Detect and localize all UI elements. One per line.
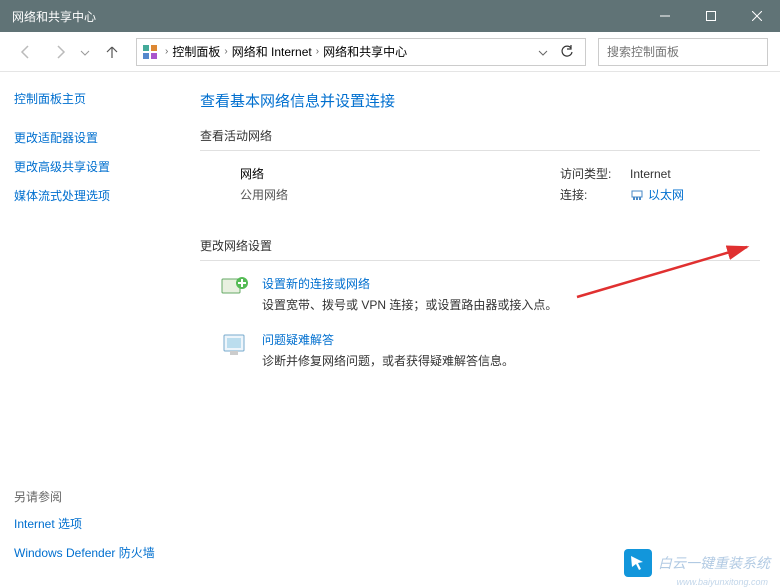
network-name: 网络: [240, 165, 560, 182]
window-titlebar: 网络和共享中心: [0, 0, 780, 32]
network-details: 访问类型: Internet 连接: 以太网: [560, 165, 760, 207]
active-networks-label: 查看活动网络: [200, 127, 760, 151]
see-also-label: 另请参阅: [14, 488, 168, 505]
window-title: 网络和共享中心: [12, 8, 642, 25]
setup-new-connection: 设置新的连接或网络 设置宽带、拨号或 VPN 连接；或设置路由器或接入点。: [200, 275, 760, 313]
back-arrow-icon: [17, 43, 35, 61]
watermark-url: www.baiyunxitong.com: [676, 577, 768, 587]
chevron-right-icon: ›: [224, 46, 227, 57]
troubleshoot-desc: 诊断并修复网络问题，或者获得疑难解答信息。: [262, 352, 760, 369]
troubleshoot-icon: [220, 331, 250, 359]
history-dropdown[interactable]: [80, 45, 94, 59]
sidebar: 控制面板主页 更改适配器设置 更改高级共享设置 媒体流式处理选项 另请参阅 In…: [0, 72, 180, 585]
maximize-button[interactable]: [688, 0, 734, 32]
connection-link[interactable]: 以太网: [630, 186, 684, 203]
breadcrumb-item[interactable]: 网络和 Internet: [232, 43, 312, 60]
address-bar[interactable]: › 控制面板 › 网络和 Internet › 网络和共享中心: [136, 38, 586, 66]
sidebar-link-adapter[interactable]: 更改适配器设置: [14, 129, 168, 146]
maximize-icon: [706, 11, 716, 21]
back-button[interactable]: [12, 38, 40, 66]
refresh-button[interactable]: [553, 38, 581, 66]
watermark: 白云一键重装系统: [624, 549, 770, 577]
watermark-logo-icon: [624, 549, 652, 577]
control-panel-icon: [141, 43, 159, 61]
body-area: 控制面板主页 更改适配器设置 更改高级共享设置 媒体流式处理选项 另请参阅 In…: [0, 72, 780, 585]
setup-connection-desc: 设置宽带、拨号或 VPN 连接；或设置路由器或接入点。: [262, 296, 760, 313]
troubleshoot-link[interactable]: 问题疑难解答: [262, 331, 760, 348]
search-input[interactable]: [607, 45, 762, 59]
up-button[interactable]: [100, 40, 124, 64]
setup-connection-link[interactable]: 设置新的连接或网络: [262, 275, 760, 292]
address-dropdown[interactable]: [533, 45, 553, 59]
network-info: 网络 公用网络 访问类型: Internet 连接: 以太网: [200, 165, 760, 207]
sidebar-link-firewall[interactable]: Windows Defender 防火墙: [14, 544, 168, 561]
troubleshoot-item: 问题疑难解答 诊断并修复网络问题，或者获得疑难解答信息。: [200, 331, 760, 369]
chevron-right-icon: ›: [165, 46, 168, 57]
access-type-value: Internet: [630, 167, 671, 181]
ethernet-icon: [630, 188, 644, 202]
navigation-bar: › 控制面板 › 网络和 Internet › 网络和共享中心: [0, 32, 780, 72]
forward-button[interactable]: [46, 38, 74, 66]
sidebar-link-media[interactable]: 媒体流式处理选项: [14, 187, 168, 204]
forward-arrow-icon: [51, 43, 69, 61]
chevron-right-icon: ›: [316, 46, 319, 57]
sidebar-link-internet-options[interactable]: Internet 选项: [14, 515, 168, 532]
page-title: 查看基本网络信息并设置连接: [200, 90, 760, 111]
sidebar-link-sharing[interactable]: 更改高级共享设置: [14, 158, 168, 175]
watermark-text: 白云一键重装系统: [658, 553, 770, 573]
network-identity: 网络 公用网络: [240, 165, 560, 207]
connection-label: 连接:: [560, 186, 630, 203]
sidebar-see-also: 另请参阅 Internet 选项 Windows Defender 防火墙: [14, 488, 168, 573]
sidebar-home-link[interactable]: 控制面板主页: [14, 90, 168, 107]
breadcrumb-item[interactable]: 网络和共享中心: [323, 43, 407, 60]
search-box[interactable]: [598, 38, 768, 66]
chevron-down-icon: [80, 50, 90, 56]
chevron-down-icon: [538, 50, 548, 56]
network-type: 公用网络: [240, 186, 560, 203]
window-controls: [642, 0, 780, 32]
setup-connection-icon: [220, 275, 250, 303]
connection-link-text: 以太网: [648, 186, 684, 203]
access-type-label: 访问类型:: [560, 165, 630, 182]
minimize-icon: [660, 11, 670, 21]
breadcrumb-item[interactable]: 控制面板: [172, 43, 220, 60]
main-content: 查看基本网络信息并设置连接 查看活动网络 网络 公用网络 访问类型: Inter…: [180, 72, 780, 585]
refresh-icon: [560, 45, 574, 59]
close-button[interactable]: [734, 0, 780, 32]
minimize-button[interactable]: [642, 0, 688, 32]
up-arrow-icon: [105, 45, 119, 59]
close-icon: [752, 11, 762, 21]
change-settings-label: 更改网络设置: [200, 237, 760, 261]
breadcrumb: › 控制面板 › 网络和 Internet › 网络和共享中心: [165, 43, 533, 60]
